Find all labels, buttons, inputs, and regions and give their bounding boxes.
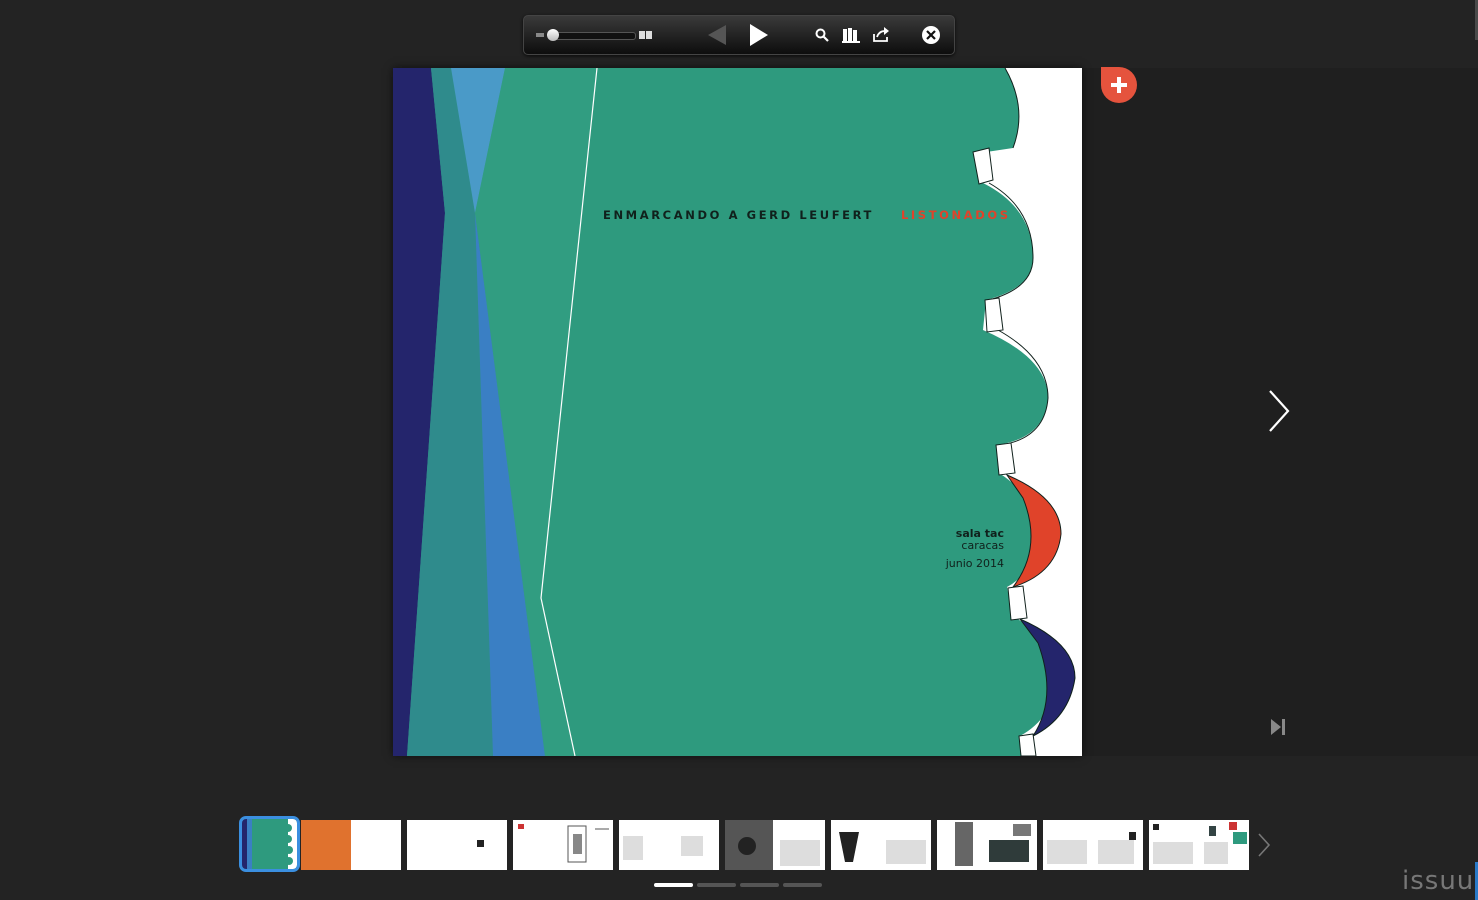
thumbnail-page-9[interactable] (1043, 820, 1143, 870)
thumbnail-page-2[interactable] (301, 820, 401, 870)
close-icon[interactable] (918, 16, 944, 54)
two-page-view-icon[interactable] (636, 16, 656, 54)
thumbnail-pager-3[interactable] (740, 883, 779, 887)
issuu-logo[interactable]: issuu (1402, 866, 1474, 896)
cover-title: ENMARCANDO A GERD LEUFERT (603, 208, 874, 222)
venue-city: caracas (961, 539, 1004, 552)
search-icon[interactable] (812, 16, 832, 54)
zoom-slider-handle[interactable] (547, 29, 559, 41)
add-to-stack-button[interactable] (1101, 67, 1137, 103)
thumbnail-page-7[interactable] (831, 820, 931, 870)
thumbnail-pager-2[interactable] (697, 883, 736, 887)
play-icon[interactable] (746, 16, 772, 54)
cover-artwork (393, 68, 1082, 756)
thumbnail-page-4[interactable] (513, 820, 613, 870)
publication-cover-page[interactable]: ENMARCANDO A GERD LEUFERT LISTONADOS sal… (393, 68, 1082, 756)
cover-venue-block: sala tac caracas junio 2014 (946, 528, 1004, 570)
thumbnail-pager-1[interactable] (654, 883, 693, 887)
thumbnail-page-3[interactable] (407, 820, 507, 870)
thumbnail-page-6[interactable] (725, 820, 825, 870)
thumbnails-next-icon[interactable] (1256, 832, 1272, 858)
thumbnail-page-10[interactable] (1149, 820, 1249, 870)
share-icon[interactable] (869, 16, 893, 54)
previous-page-icon[interactable] (704, 16, 730, 54)
exhibition-date: junio 2014 (945, 557, 1004, 570)
cover-series-label: LISTONADOS (901, 208, 1011, 222)
thumbnail-page-5[interactable] (619, 820, 719, 870)
library-icon[interactable] (839, 16, 863, 54)
zoom-slider[interactable] (547, 29, 636, 41)
zoom-out-icon[interactable] (536, 33, 544, 37)
last-page-icon[interactable] (1268, 717, 1288, 737)
viewer-toolbar (523, 15, 955, 55)
thumbnail-page-8[interactable] (937, 820, 1037, 870)
thumbnail-pager-4[interactable] (783, 883, 822, 887)
next-page-arrow-icon[interactable] (1264, 388, 1294, 434)
thumbnail-page-1[interactable] (239, 816, 300, 872)
